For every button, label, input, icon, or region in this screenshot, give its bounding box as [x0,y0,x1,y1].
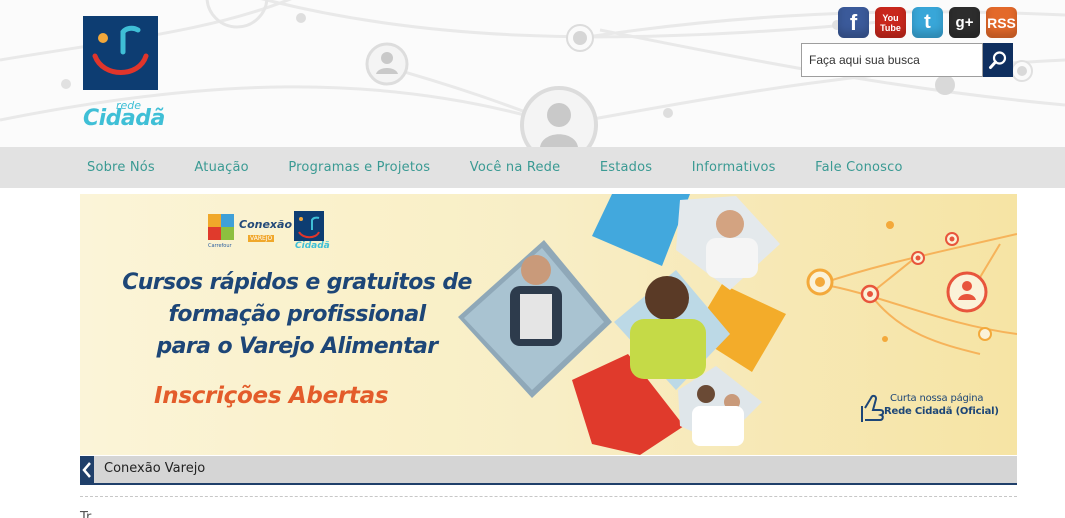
nav-list: Sobre Nós Atuação Programas e Projetos V… [87,147,942,188]
banner-caption-bar: Conexão Varejo [80,456,1017,485]
smile-logo-icon [92,25,149,75]
logo-mark [83,16,158,90]
search-form [801,43,1013,77]
page: rede Cidadã f You Tube t g+ RSS Sobre Nó… [0,0,1065,518]
logo-text: Cidadã [83,106,165,131]
hero-banner[interactable]: Conexão VAREJO Carrefour Cidadã Cursos r… [80,194,1017,455]
next-section-heading: Tr... [80,510,103,518]
like-page-text: Curta nossa página [890,393,984,404]
facebook-icon[interactable]: f [838,7,869,38]
search-input[interactable] [801,43,983,77]
search-icon [989,51,1007,69]
banner-headline-line-3: para o Varejo Alimentar [156,334,439,359]
main-nav: Sobre Nós Atuação Programas e Projetos V… [0,147,1065,188]
nav-item-informativos[interactable]: Informativos [692,160,776,175]
rss-icon[interactable]: RSS [986,7,1017,38]
nav-item-fale-conosco[interactable]: Fale Conosco [815,160,903,175]
partner-logo-label: Conexão [239,218,292,231]
social-links: f You Tube t g+ RSS [838,7,1017,38]
banner-cta: Inscrições Abertas [154,383,389,409]
google-plus-icon[interactable]: g+ [949,7,980,38]
like-page-name: Rede Cidadã (Oficial) [884,406,999,417]
banner-headline-line-2: formação profissional [168,302,426,327]
mini-logo-text: Cidadã [295,241,330,251]
nav-item-atuacao[interactable]: Atuação [194,160,248,175]
youtube-icon[interactable]: You Tube [875,7,906,38]
chevron-left-icon [82,461,91,478]
banner-caption[interactable]: Conexão Varejo [104,461,205,476]
nav-item-estados[interactable]: Estados [600,160,652,175]
header: rede Cidadã f You Tube t g+ RSS [0,0,1065,147]
nav-item-sobre-nos[interactable]: Sobre Nós [87,160,155,175]
nav-item-programas-e-projetos[interactable]: Programas e Projetos [288,160,430,175]
banner-headline-line-1: Cursos rápidos e gratuitos de [122,270,472,295]
nav-item-voce-na-rede[interactable]: Você na Rede [470,160,561,175]
like-hand-icon [861,394,885,422]
search-button[interactable] [983,43,1013,77]
previous-slide-button[interactable] [80,456,94,483]
twitter-icon[interactable]: t [912,7,943,38]
partner-brand: Carrefour [208,243,232,249]
site-logo[interactable]: rede Cidadã [83,16,165,131]
section-divider [80,496,1017,497]
partner-logo-sub: VAREJO [248,235,275,242]
